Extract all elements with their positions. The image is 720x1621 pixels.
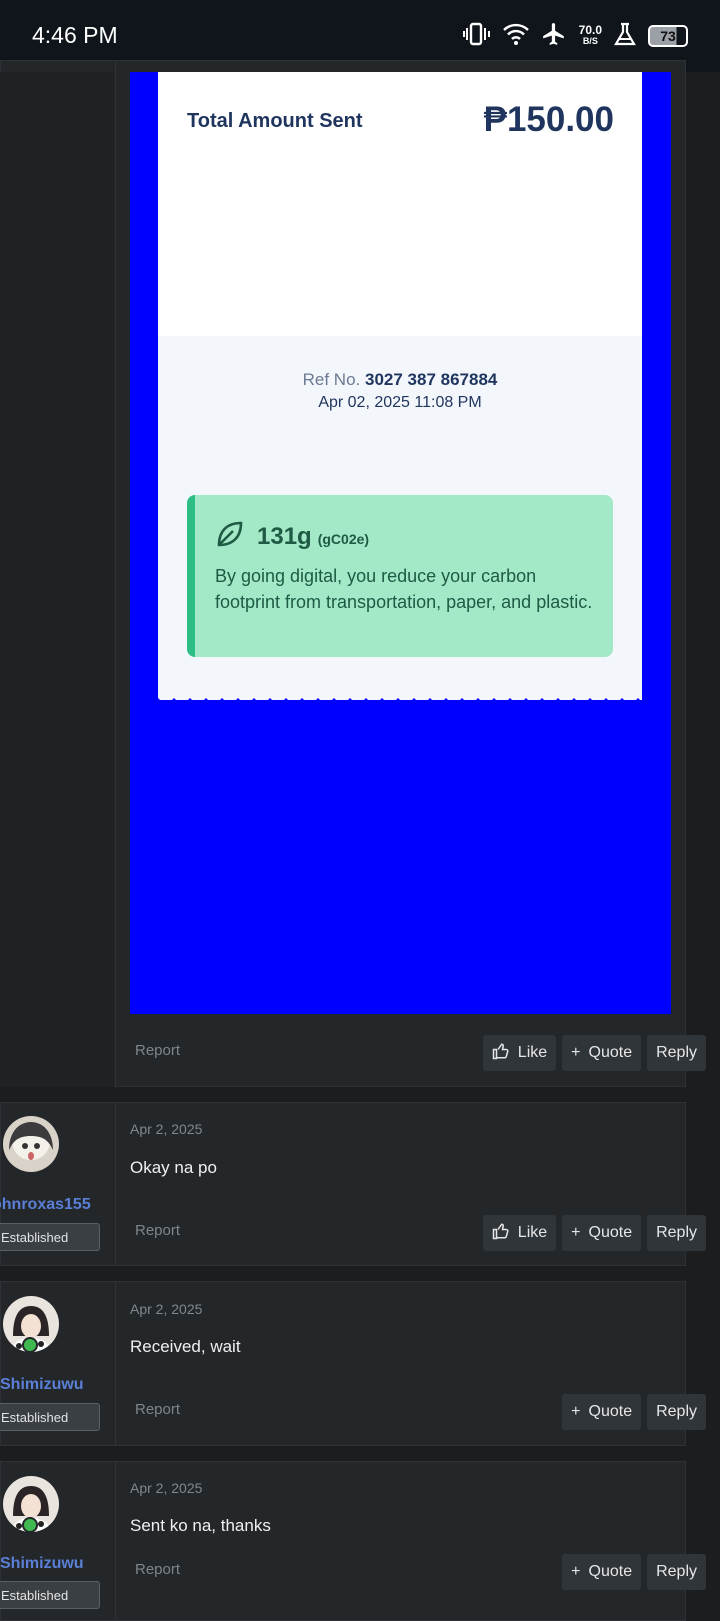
report-link[interactable]: Report	[135, 1561, 180, 1578]
ref-label: Ref No.	[302, 370, 361, 389]
carbon-grams: 131g	[257, 522, 312, 550]
receipt-torn-edge	[158, 698, 642, 708]
plus-icon: +	[571, 1224, 581, 1241]
report-link[interactable]: Report	[135, 1401, 180, 1418]
post-date[interactable]: Apr 2, 2025	[130, 1121, 202, 1137]
username[interactable]: Shimizuwu	[0, 1555, 84, 1573]
receipt-header: Total Amount Sent ₱150.00	[158, 72, 642, 336]
post	[0, 1461, 686, 1621]
online-status-icon	[22, 1517, 38, 1533]
network-speed-unit: B/S	[582, 36, 598, 46]
post-text: Sent ko na, thanks	[130, 1516, 271, 1535]
quote-button[interactable]: + Quote	[562, 1035, 642, 1071]
like-label: Like	[517, 1044, 548, 1061]
reply-label: Reply	[656, 1044, 697, 1061]
user-title-badge: Established	[0, 1223, 100, 1251]
post-actions: Like + Quote Reply	[482, 1215, 706, 1251]
total-amount: ₱150.00	[483, 100, 614, 139]
reply-label: Reply	[656, 1224, 697, 1241]
receipt: Total Amount Sent ₱150.00 Ref No. 3027 3…	[158, 72, 642, 708]
reply-button[interactable]: Reply	[647, 1035, 706, 1071]
reply-button[interactable]: Reply	[647, 1554, 706, 1590]
like-button[interactable]: Like	[482, 1215, 557, 1251]
plus-icon: +	[571, 1044, 581, 1061]
carbon-message: By going digital, you reduce your carbon…	[215, 566, 593, 612]
total-label: Total Amount Sent	[187, 110, 363, 132]
avatar-image	[9, 1122, 53, 1160]
vibrate-icon	[462, 22, 491, 51]
reply-label: Reply	[656, 1563, 697, 1580]
status-icons: 70.0 B/S 73	[462, 20, 688, 52]
post-date[interactable]: Apr 2, 2025	[130, 1301, 202, 1317]
post-date[interactable]: Apr 2, 2025	[130, 1480, 202, 1496]
user-title-badge: Established	[0, 1581, 100, 1609]
post-divider	[115, 61, 116, 1086]
transaction-datetime: Apr 02, 2025 11:08 PM	[318, 394, 482, 411]
battery-level: 73	[660, 28, 676, 44]
wifi-icon	[502, 22, 529, 51]
quote-label: Quote	[588, 1403, 633, 1420]
avatar[interactable]	[3, 1116, 59, 1172]
like-button[interactable]: Like	[482, 1035, 557, 1071]
online-status-icon	[22, 1337, 38, 1353]
post-divider	[115, 1282, 116, 1445]
post-actions: + Quote Reply	[562, 1554, 706, 1590]
user-title-badge: Established	[0, 1403, 100, 1431]
quote-label: Quote	[588, 1224, 633, 1241]
quote-button[interactable]: + Quote	[562, 1394, 642, 1430]
carbon-unit: (gC02e)	[317, 530, 370, 547]
thumbs-up-icon	[492, 1042, 510, 1065]
post-text: Okay na po	[130, 1158, 217, 1177]
username[interactable]: Shimizuwu	[0, 1376, 84, 1394]
ref-number: 3027 387 867884	[365, 370, 498, 389]
post-divider	[115, 1462, 116, 1620]
post-divider	[115, 1103, 116, 1265]
network-speed: 70.0 B/S	[578, 23, 602, 47]
carbon-savings-card: 131g (gC02e) By going digital, you reduce…	[187, 495, 613, 657]
network-speed-value: 70.0	[578, 23, 602, 37]
username[interactable]: ohnroxas155	[0, 1196, 91, 1214]
carbon-savings-header: 131g (gC02e)	[215, 519, 369, 554]
like-label: Like	[517, 1224, 548, 1241]
post-actions: Like + Quote Reply	[482, 1035, 706, 1071]
reply-button[interactable]: Reply	[647, 1394, 706, 1430]
report-link[interactable]: Report	[135, 1042, 180, 1059]
reply-label: Reply	[656, 1403, 697, 1420]
post-text: Received, wait	[130, 1337, 241, 1356]
quote-button[interactable]: + Quote	[562, 1215, 642, 1251]
airplane-icon	[541, 21, 567, 52]
report-link[interactable]: Report	[135, 1222, 180, 1239]
leaf-icon	[215, 519, 245, 554]
thumbs-up-icon	[492, 1222, 510, 1245]
receipt-attachment-image[interactable]: Total Amount Sent ₱150.00 Ref No. 3027 3…	[130, 72, 671, 1014]
plus-icon: +	[571, 1563, 581, 1580]
post-actions: + Quote Reply	[562, 1394, 706, 1430]
quote-button[interactable]: + Quote	[562, 1554, 642, 1590]
battery-icon: 73	[648, 25, 688, 47]
user-column	[0, 72, 114, 1087]
reference-line: Ref No. 3027 387 867884	[158, 370, 642, 390]
quote-label: Quote	[588, 1044, 633, 1061]
plus-icon: +	[571, 1403, 581, 1420]
clock: 4:46 PM	[32, 22, 118, 48]
quote-label: Quote	[588, 1563, 633, 1580]
flask-icon	[614, 22, 636, 51]
reply-button[interactable]: Reply	[647, 1215, 706, 1251]
